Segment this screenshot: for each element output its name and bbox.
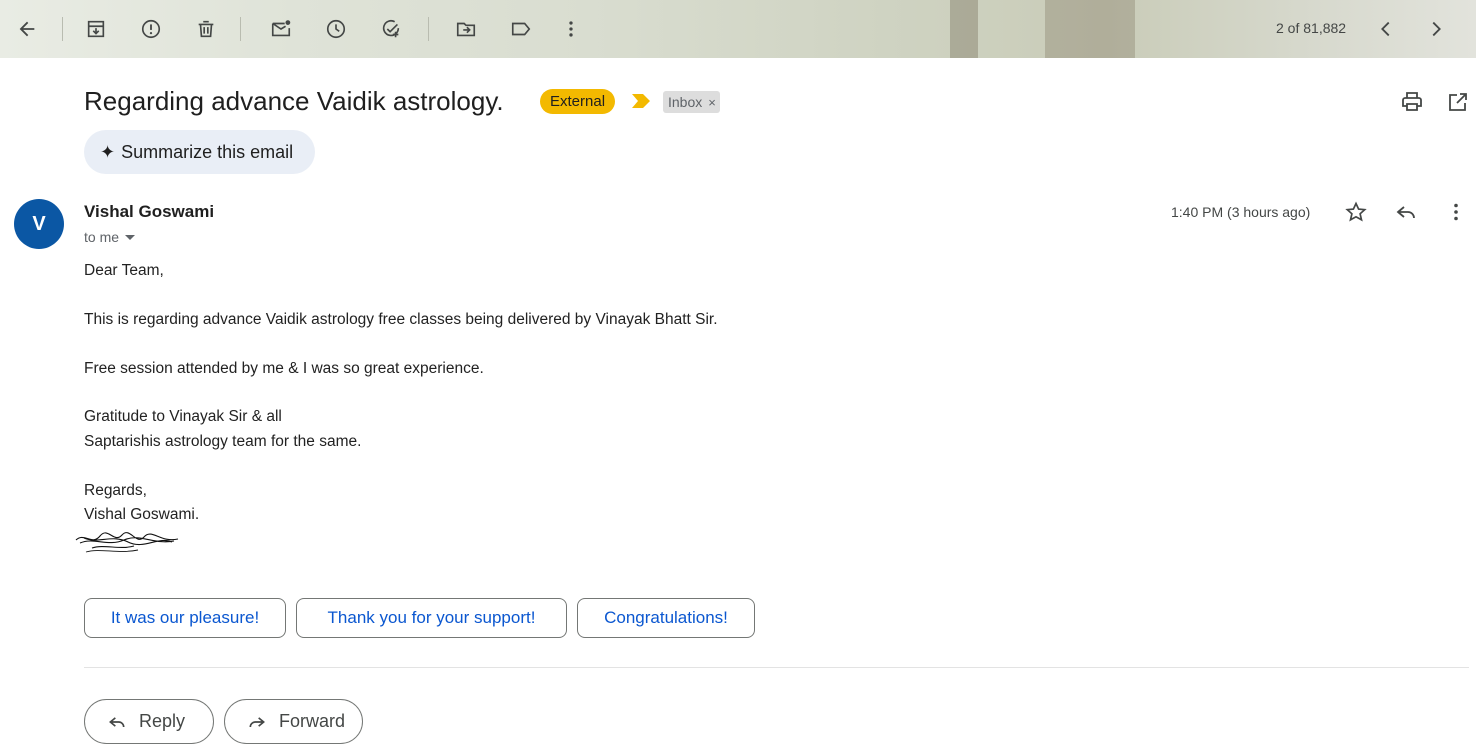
summarize-label: Summarize this email <box>121 141 294 162</box>
forward-icon <box>249 716 265 727</box>
reply-icon[interactable] <box>1394 200 1418 224</box>
divider <box>84 667 1469 668</box>
body-line: Free session attended by me & I was so g… <box>84 360 484 377</box>
more-vert-icon[interactable] <box>551 9 591 49</box>
forward-label: Forward <box>279 711 346 731</box>
star-icon[interactable] <box>1344 200 1368 224</box>
add-task-icon[interactable] <box>371 9 411 49</box>
mark-unread-icon[interactable] <box>261 9 301 49</box>
smart-reply-button[interactable]: It was our pleasure! <box>84 598 286 638</box>
chevron-down-icon <box>125 235 136 240</box>
print-icon[interactable] <box>1400 90 1424 114</box>
sender-avatar[interactable]: V <box>14 199 64 249</box>
sparkle-icon: ✦ <box>100 141 116 162</box>
remove-label-icon[interactable]: × <box>708 95 716 110</box>
toolbar-divider <box>428 17 429 41</box>
background-tree <box>950 0 978 58</box>
forward-button[interactable]: Forward <box>224 699 363 744</box>
smart-reply-button[interactable]: Thank you for your support! <box>296 598 567 638</box>
handwritten-signature <box>74 528 184 561</box>
important-marker-icon[interactable] <box>632 94 650 113</box>
background-tree <box>1045 0 1135 58</box>
reply-button[interactable]: Reply <box>84 699 214 744</box>
inbox-label: Inbox <box>668 94 703 110</box>
reply-icon <box>109 716 125 727</box>
label-icon[interactable] <box>501 9 541 49</box>
newer-icon[interactable] <box>1366 9 1406 49</box>
summarize-email-button[interactable]: ✦ Summarize this email <box>84 130 315 174</box>
reply-label: Reply <box>139 711 186 731</box>
sender-name[interactable]: Vishal Goswami <box>84 202 214 222</box>
body-line: Gratitude to Vinayak Sir & all <box>84 408 282 425</box>
archive-icon[interactable] <box>76 9 116 49</box>
body-line: Regards, <box>84 482 147 499</box>
message-timestamp: 1:40 PM (3 hours ago) <box>1171 204 1311 220</box>
body-line: Vishal Goswami. <box>84 506 200 523</box>
email-subject: Regarding advance Vaidik astrology. <box>84 86 504 116</box>
older-icon[interactable] <box>1416 9 1456 49</box>
body-line: This is regarding advance Vaidik astrolo… <box>84 311 718 328</box>
recipient-details-toggle[interactable]: to me <box>84 229 136 245</box>
smart-reply-button[interactable]: Congratulations! <box>577 598 755 638</box>
back-icon[interactable] <box>7 9 47 49</box>
snooze-icon[interactable] <box>316 9 356 49</box>
more-options-icon[interactable] <box>1444 200 1468 224</box>
report-spam-icon[interactable] <box>131 9 171 49</box>
move-to-icon[interactable] <box>446 9 486 49</box>
inbox-label-chip: Inbox × <box>663 91 720 113</box>
body-line: Dear Team, <box>84 262 164 279</box>
pagination-count: 2 of 81,882 <box>1276 20 1347 36</box>
body-line: Saptarishis astrology team for the same. <box>84 433 362 450</box>
external-badge: External <box>540 89 616 114</box>
email-toolbar: 2 of 81,882 <box>0 0 1476 58</box>
recipient-label: to me <box>84 229 120 245</box>
toolbar-divider <box>240 17 241 41</box>
toolbar-divider <box>62 17 63 41</box>
open-in-new-window-icon[interactable] <box>1446 90 1470 114</box>
delete-icon[interactable] <box>186 9 226 49</box>
